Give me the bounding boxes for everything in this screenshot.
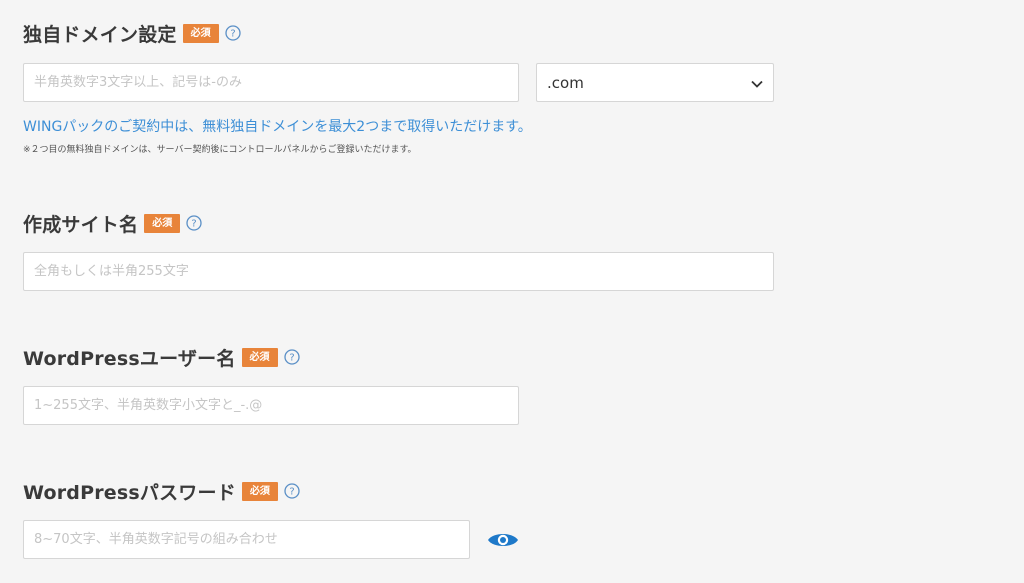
svg-text:?: ?	[230, 29, 235, 40]
wp-user-label-row: WordPressユーザー名 必須 ?	[23, 344, 300, 370]
wp-user-input[interactable]	[23, 386, 519, 425]
svg-text:?: ?	[289, 353, 294, 364]
eye-icon	[488, 534, 518, 546]
wp-password-label: WordPressパスワード	[23, 481, 236, 504]
site-name-input[interactable]	[23, 252, 774, 291]
wp-user-label: WordPressユーザー名	[23, 347, 236, 370]
help-icon[interactable]: ?	[284, 483, 300, 499]
show-password-toggle[interactable]	[487, 528, 519, 552]
required-badge: 必須	[144, 213, 181, 233]
required-badge: 必須	[241, 481, 278, 501]
help-icon[interactable]: ?	[224, 25, 241, 41]
help-icon[interactable]: ?	[283, 349, 300, 365]
wp-password-label-row: WordPressパスワード 必須 ?	[23, 478, 300, 504]
chevron-down-icon	[751, 74, 763, 92]
tld-select[interactable]: .com	[536, 63, 774, 102]
help-icon[interactable]: ?	[186, 215, 202, 231]
tld-selected-value: .com	[547, 73, 584, 92]
site-name-label: 作成サイト名	[23, 213, 139, 236]
svg-text:?: ?	[192, 219, 197, 230]
domain-name-input[interactable]	[23, 63, 519, 102]
wp-user-section: WordPressユーザー名 必須 ?	[23, 344, 300, 370]
site-name-section: 作成サイト名 必須 ?	[23, 210, 202, 236]
domain-setting-section: 独自ドメイン設定 必須 ?	[23, 20, 241, 46]
required-badge: 必須	[182, 23, 219, 43]
domain-setting-label-row: 独自ドメイン設定 必須 ?	[23, 20, 241, 46]
domain-setting-label: 独自ドメイン設定	[23, 23, 177, 46]
site-name-label-row: 作成サイト名 必須 ?	[23, 210, 202, 236]
wing-pack-note: WINGパックのご契約中は、無料独自ドメインを最大2つまで取得いただけます。	[23, 119, 532, 135]
second-domain-note: ※２つ目の無料独自ドメインは、サーバー契約後にコントロールパネルからご登録いただ…	[23, 145, 417, 155]
wp-password-input[interactable]	[23, 520, 470, 559]
wp-password-section: WordPressパスワード 必須 ?	[23, 478, 300, 504]
required-badge: 必須	[241, 347, 278, 367]
svg-text:?: ?	[289, 487, 294, 498]
